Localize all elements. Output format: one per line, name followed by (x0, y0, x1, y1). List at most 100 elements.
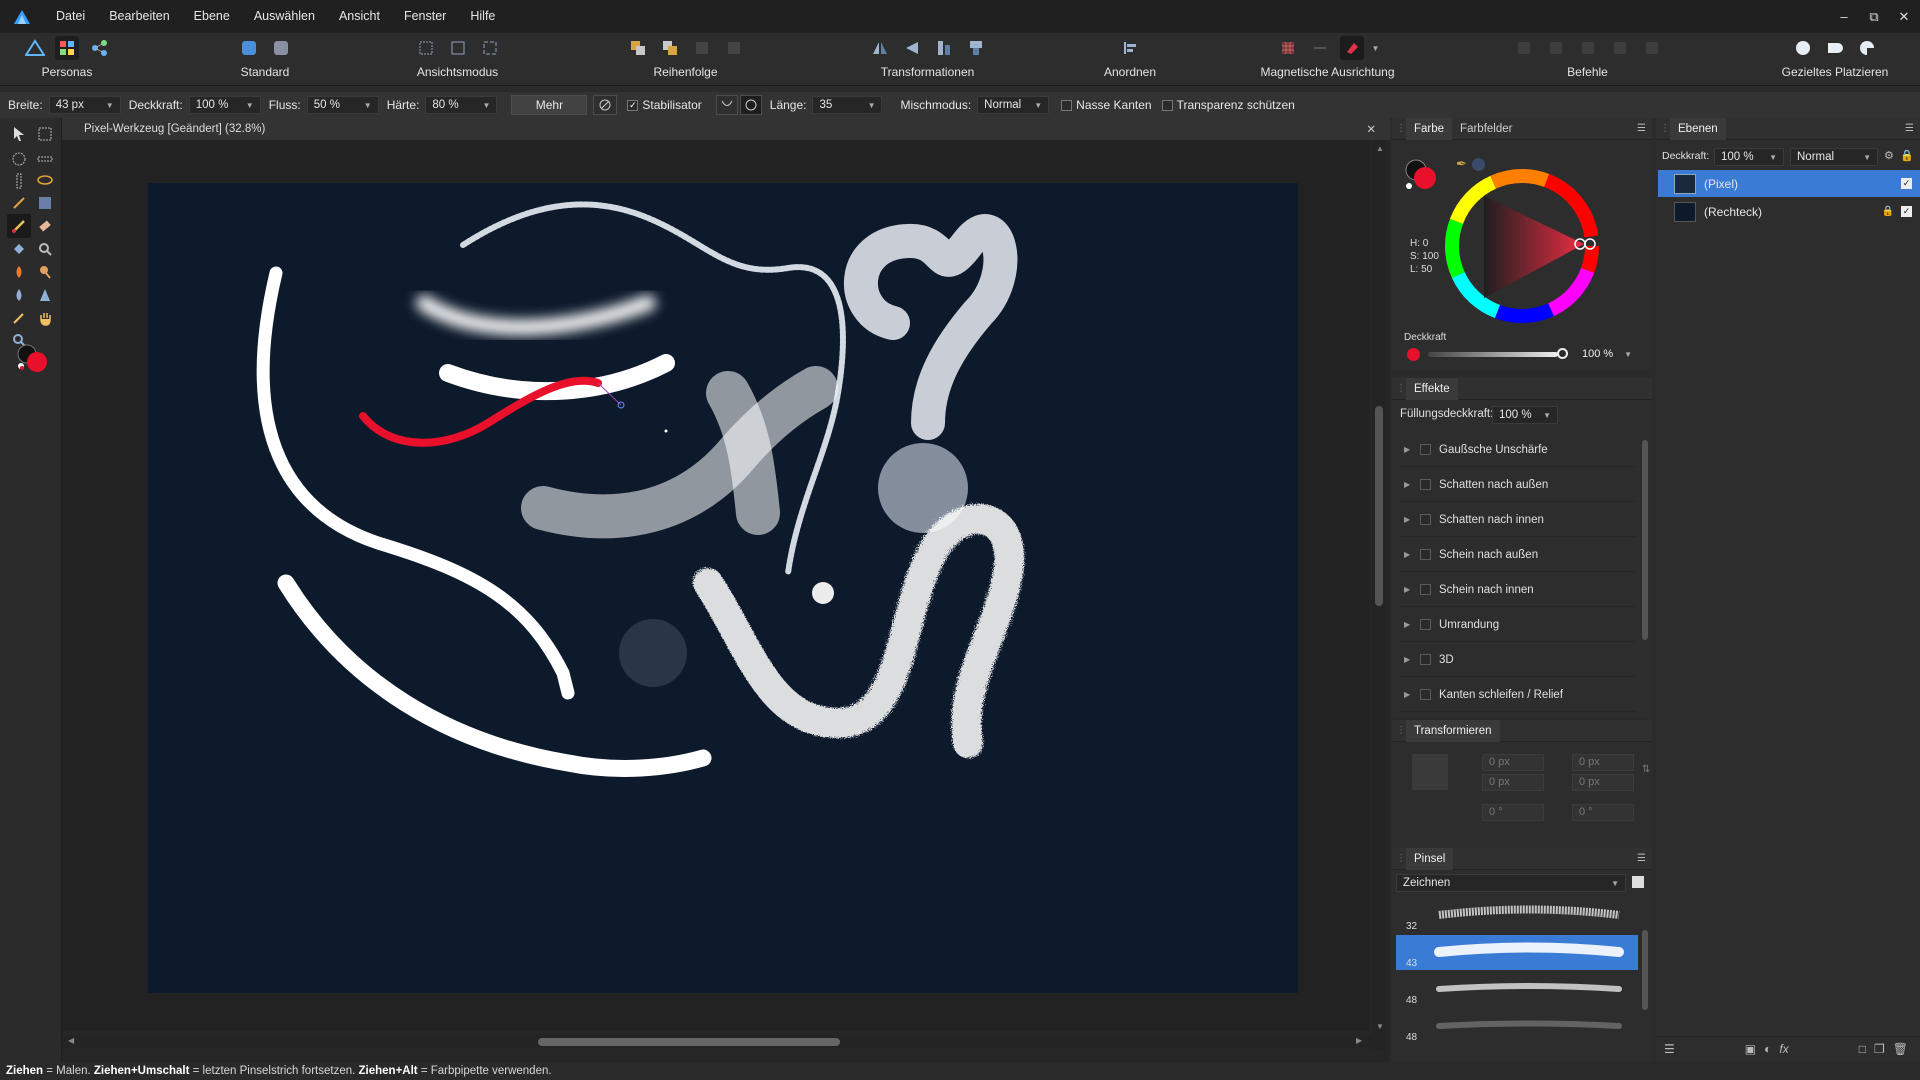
fx-checkbox[interactable] (1420, 584, 1431, 595)
burn-icon[interactable] (7, 260, 31, 284)
column-marquee-icon[interactable] (7, 169, 31, 193)
view-mode-2-icon[interactable] (446, 36, 470, 60)
opacity-slider-thumb[interactable] (1557, 348, 1568, 359)
export-persona-icon[interactable] (87, 36, 111, 60)
color-wheel[interactable] (1444, 168, 1600, 324)
vertical-scrollbar[interactable]: ▲ ▼ (1372, 140, 1386, 1050)
selection-brush-icon[interactable] (7, 191, 31, 215)
pixel-persona-icon[interactable] (55, 36, 79, 60)
fx-outline[interactable]: ▶ Umrandung (1400, 608, 1636, 642)
panel-menu-icon[interactable]: ☰ (1637, 118, 1646, 140)
menu-datei[interactable]: Datei (44, 0, 97, 33)
rect-marquee-icon[interactable] (33, 122, 57, 146)
vertical-scroll-thumb[interactable] (1375, 406, 1383, 606)
move-tool-icon[interactable] (7, 122, 31, 146)
magnifier-search-icon[interactable] (33, 237, 57, 261)
brush-item[interactable]: 48 (1396, 1009, 1638, 1044)
rotate-left-icon[interactable] (932, 36, 956, 60)
color-swatches-icon[interactable] (14, 340, 54, 380)
magnet-dropdown-icon[interactable]: ▼ (1372, 44, 1380, 53)
tab-ebenen[interactable]: Ebenen (1670, 117, 1726, 140)
photo-persona-icon[interactable] (23, 36, 47, 60)
fx-checkbox[interactable] (1420, 689, 1431, 700)
fx-checkbox[interactable] (1420, 619, 1431, 630)
fill-opacity-field[interactable]: 100 % ▼ (1492, 406, 1558, 424)
panel-menu-icon[interactable]: ☰ (1637, 848, 1646, 870)
rope-mode-icon[interactable] (715, 95, 738, 115)
fx-gaussian-blur[interactable]: ▶ Gaußsche Unschärfe (1400, 433, 1636, 467)
rotation-field[interactable]: 0 ° (1482, 804, 1544, 821)
visibility-checkbox[interactable]: ✓ (1901, 178, 1912, 189)
lasso-icon[interactable] (33, 169, 57, 193)
mischmodus-select[interactable]: Normal ▼ (977, 96, 1050, 114)
adjustment-icon[interactable]: ◐ (1764, 1042, 1771, 1056)
scroll-left-icon[interactable]: ◀ (68, 1036, 74, 1045)
minimize-button[interactable]: – (1830, 0, 1858, 33)
fx-inner-glow[interactable]: ▶ Schein nach innen (1400, 573, 1636, 607)
artboard[interactable] (148, 183, 1298, 993)
back-one-icon[interactable] (626, 36, 650, 60)
place-3-icon[interactable] (1855, 36, 1879, 60)
layer-stack-icon[interactable]: ☰ (1664, 1042, 1675, 1056)
add-layer-icon[interactable]: □ (1859, 1042, 1866, 1056)
fx-checkbox[interactable] (1420, 444, 1431, 455)
rotate-right-icon[interactable] (964, 36, 988, 60)
tab-transformieren[interactable]: Transformieren (1406, 719, 1500, 742)
brush-view-icon[interactable] (1632, 876, 1644, 888)
flip-horizontal-icon[interactable] (868, 36, 892, 60)
view-mode-3-icon[interactable] (478, 36, 502, 60)
fx-bevel-emboss[interactable]: ▶ Kanten schleifen / Relief (1400, 678, 1636, 712)
view-mode-1-icon[interactable] (414, 36, 438, 60)
assistant-icon[interactable] (269, 36, 293, 60)
opacity-slider[interactable] (1428, 352, 1558, 357)
h-field[interactable]: 0 px (1572, 774, 1634, 791)
scroll-up-icon[interactable]: ▲ (1376, 144, 1384, 153)
scroll-down-icon[interactable]: ▼ (1376, 1022, 1384, 1031)
sharpen-icon[interactable] (33, 283, 57, 307)
ellipse-marquee-icon[interactable] (7, 147, 31, 171)
visibility-checkbox[interactable]: ✓ (1901, 206, 1912, 217)
stabilisator-checkbox[interactable]: ✓ (627, 99, 639, 111)
layer-lock-icon[interactable]: 🔒 (1882, 206, 1894, 217)
menu-bearbeiten[interactable]: Bearbeiten (97, 0, 181, 33)
tab-effekte[interactable]: Effekte (1406, 377, 1458, 400)
anchor-selector-icon[interactable] (1412, 754, 1448, 790)
restore-button[interactable]: ⧉ (1860, 0, 1888, 33)
align-icon[interactable] (1118, 36, 1142, 60)
scroll-right-icon[interactable]: ▶ (1356, 1036, 1362, 1045)
layer-row-rechteck[interactable]: (Rechteck) 🔒 ✓ (1658, 198, 1920, 225)
document-tab[interactable]: Pixel-Werkzeug [Geändert] (32.8%) ✕ (62, 118, 1390, 140)
fluss-field[interactable]: 50 % ▼ (306, 96, 379, 114)
breite-field[interactable]: 43 px ▼ (48, 96, 121, 114)
eraser-icon[interactable] (33, 214, 57, 238)
duplicate-layer-icon[interactable]: ❐ (1874, 1042, 1885, 1056)
transparenz-checkbox[interactable] (1161, 99, 1173, 111)
horizontal-scrollbar[interactable]: ◀ ▶ (62, 1035, 1372, 1049)
fx-checkbox[interactable] (1420, 654, 1431, 665)
delete-layer-icon[interactable]: 🗑 (1893, 1042, 1908, 1056)
x-field[interactable]: 0 px (1482, 754, 1544, 771)
pixel-brush-icon[interactable] (7, 214, 31, 238)
dodge-icon[interactable] (33, 260, 57, 284)
close-document-icon[interactable]: ✕ (1366, 122, 1376, 136)
panel-menu-icon[interactable]: ☰ (1905, 118, 1914, 140)
fx-checkbox[interactable] (1420, 479, 1431, 490)
place-2-icon[interactable] (1823, 36, 1847, 60)
fx-inner-shadow[interactable]: ▶ Schatten nach innen (1400, 503, 1636, 537)
fx-icon[interactable]: fx (1779, 1042, 1788, 1056)
tab-pinsel[interactable]: Pinsel (1406, 847, 1454, 870)
pressure-icon[interactable] (593, 95, 618, 115)
opacity-value-field[interactable]: 100 % ▼ (1578, 346, 1634, 363)
menu-hilfe[interactable]: Hilfe (458, 0, 507, 33)
shear-field[interactable]: 0 ° (1572, 804, 1634, 821)
place-1-icon[interactable] (1791, 36, 1815, 60)
layer-row-pixel[interactable]: (Pixel) ✓ (1658, 170, 1920, 197)
mehr-button[interactable]: Mehr (511, 95, 588, 115)
menu-fenster[interactable]: Fenster (392, 0, 458, 33)
flip-vertical-icon[interactable] (900, 36, 924, 60)
brush-item[interactable]: 32 (1396, 898, 1638, 933)
fx-checkbox[interactable] (1420, 514, 1431, 525)
canvas-viewport[interactable] (62, 140, 1369, 1031)
tab-farbe[interactable]: Farbe (1406, 117, 1453, 140)
color-picker-icon[interactable] (7, 306, 31, 330)
